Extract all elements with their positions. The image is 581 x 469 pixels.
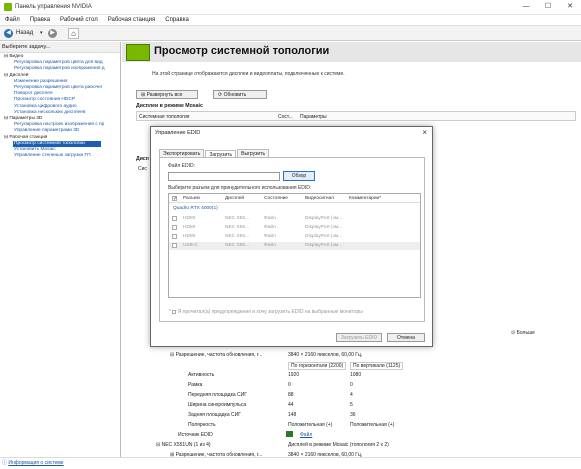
edid-dialog: Управление EDID × Экспортировать Загрузи… bbox=[150, 126, 433, 347]
row-value: 1920 bbox=[288, 372, 300, 378]
row-value: 0 bbox=[350, 382, 353, 388]
cancel-button[interactable]: Отмена bbox=[387, 333, 425, 342]
mosaic-section-title: Дисплеи в режиме Mosaic bbox=[136, 103, 203, 109]
home-icon[interactable]: ⌂ bbox=[68, 28, 79, 39]
col-display: Дисплей bbox=[225, 196, 245, 201]
connector-row[interactable]: USB-C NEC X55... Файл DisplayPort (эм... bbox=[169, 242, 420, 250]
col-topology: Системная топология bbox=[139, 114, 190, 120]
load-tab-panel: Файл EDID: Обзор Выберите разъем для при… bbox=[159, 157, 425, 322]
connector-row[interactable]: HDMI NEC X55... Файл DisplayPort (эм... bbox=[169, 224, 420, 232]
topology-column-header: Системная топология Сост... Параметры bbox=[136, 111, 576, 121]
col-state: Сост... bbox=[278, 114, 293, 120]
col-state: Состояние bbox=[264, 196, 288, 201]
back-dropdown-icon[interactable]: ▾ bbox=[40, 30, 43, 36]
row-value: По вертикали (1125) bbox=[350, 362, 404, 370]
col-comments: Комментарии* bbox=[349, 196, 382, 201]
monitor-row-label[interactable]: ⊟ NEC X551UN (1 из 4) bbox=[156, 442, 211, 448]
edid-file-input[interactable] bbox=[168, 172, 280, 181]
load-edid-button[interactable]: Загрузить EDID bbox=[336, 333, 382, 342]
select-connector-label: Выберите разъем для принудительного испо… bbox=[168, 185, 312, 191]
monitor-row-value: Дисплей в режиме Mosaic (топология 2 x 2… bbox=[288, 442, 389, 448]
tree-item[interactable]: Регулировка параметров изображения д bbox=[0, 66, 120, 72]
more-button[interactable]: ⊙ Больше bbox=[511, 330, 535, 336]
menu-desktop[interactable]: Рабочий стол bbox=[55, 15, 103, 25]
task-sidebar: Выберите задачу... ⊟ Видео Регулировка п… bbox=[0, 42, 121, 457]
nvidia-logo-icon bbox=[4, 3, 12, 11]
row-value: Положительная (+) bbox=[350, 422, 395, 428]
tree-item[interactable]: Управление степенью загрузки ГП bbox=[0, 153, 120, 159]
menu-help[interactable]: Справка bbox=[160, 15, 194, 25]
connector-row[interactable]: HDMI NEC X55... Файл DisplayPort (эм... bbox=[169, 233, 420, 241]
status-bar bbox=[0, 457, 581, 469]
menu-workstation[interactable]: Рабочая станция bbox=[103, 15, 161, 25]
row-label: Ширина синхроимпульса bbox=[188, 402, 247, 408]
connector-row[interactable]: HDMI NEC X55... Файл DisplayPort (эм... bbox=[169, 215, 420, 223]
row-value: 148 bbox=[288, 412, 297, 418]
back-arrow-icon[interactable]: ◀ bbox=[4, 29, 13, 38]
col-params: Параметры bbox=[300, 114, 327, 120]
select-all-checkbox[interactable]: ✓ bbox=[172, 196, 177, 202]
maximize-button[interactable]: ☐ bbox=[537, 0, 559, 15]
window-title: Панель управления NVIDIA bbox=[15, 4, 92, 10]
row-label: Полярность bbox=[188, 422, 216, 428]
menu-file[interactable]: Файл bbox=[0, 15, 25, 25]
close-button[interactable]: ✕ bbox=[559, 0, 581, 15]
connector-checkbox[interactable] bbox=[172, 234, 177, 239]
connector-list-header: ✓ Разъем Дисплей Состояние Видеосигнал К… bbox=[169, 194, 420, 203]
row-value: 44 bbox=[288, 402, 294, 408]
page-description: На этой странице отображаются дисплеи и … bbox=[152, 71, 345, 77]
expand-all-button[interactable]: ⊞ Развернуть все bbox=[136, 90, 198, 99]
connector-checkbox[interactable] bbox=[172, 216, 177, 221]
row-value: По горизонтали (2200) bbox=[288, 362, 347, 370]
agree-checkbox[interactable]: * Я прочитал(а) предупреждения и хочу за… bbox=[169, 309, 363, 315]
row-value: 5 bbox=[350, 402, 353, 408]
page-title: Просмотр системной топологии bbox=[154, 45, 330, 57]
sidebar-header: Выберите задачу... bbox=[0, 42, 120, 53]
title-bar: Панель управления NVIDIA — ☐ ✕ bbox=[0, 0, 581, 15]
row-value: 1080 bbox=[350, 372, 362, 378]
toolbar: ◀ Назад ▾ ▶ ⌂ bbox=[0, 26, 581, 41]
menu-edit[interactable]: Правка bbox=[25, 15, 55, 25]
row-value: 0 bbox=[288, 382, 291, 388]
topology-icon bbox=[126, 44, 150, 61]
system-info-link[interactable]: ⓘ Информация о системе bbox=[2, 459, 64, 466]
dialog-close-icon[interactable]: × bbox=[422, 128, 427, 137]
row-label[interactable]: ⊟ Разрешение, частота обновления, г... bbox=[170, 352, 262, 358]
row-value: 36 bbox=[350, 412, 356, 418]
row-value: Положительная (+) bbox=[288, 422, 333, 428]
page-header: Просмотр системной топологии bbox=[122, 42, 581, 62]
file-label: Файл EDID: bbox=[168, 163, 196, 169]
browse-button[interactable]: Обзор bbox=[283, 171, 315, 181]
row-value: 4 bbox=[350, 392, 353, 398]
task-tree: ⊟ Видео Регулировка параметров цвета для… bbox=[0, 53, 120, 159]
edid-source-link[interactable]: Файл bbox=[300, 432, 312, 438]
row-label: Активность bbox=[188, 372, 215, 378]
refresh-button[interactable]: ⟳ Обновить bbox=[213, 90, 267, 99]
row-label: Рамка bbox=[188, 382, 203, 388]
col-signal: Видеосигнал bbox=[305, 196, 334, 201]
row-value: 3840 × 2160 пикселов, 60,00 Гц, bbox=[288, 352, 363, 358]
col-connector: Разъем bbox=[183, 196, 200, 201]
connector-checkbox[interactable] bbox=[172, 225, 177, 230]
edid-source-label: Источник EDID bbox=[178, 432, 213, 438]
connector-list: ✓ Разъем Дисплей Состояние Видеосигнал К… bbox=[168, 193, 421, 298]
back-button[interactable]: Назад bbox=[16, 30, 33, 36]
gpu-name: Quadro RTX 4000(1) bbox=[173, 206, 218, 211]
connector-checkbox[interactable] bbox=[172, 243, 177, 248]
second-col-header: Сис bbox=[138, 166, 147, 172]
menu-bar: Файл Правка Рабочий стол Рабочая станция… bbox=[0, 15, 581, 26]
forward-arrow-icon[interactable]: ▶ bbox=[48, 29, 57, 38]
details-table: ⊟ Разрешение, частота обновления, г... 3… bbox=[136, 348, 536, 448]
monitor-icon bbox=[286, 431, 293, 437]
row-value: 88 bbox=[288, 392, 294, 398]
row-label: Передняя площадка СИГ bbox=[188, 392, 247, 398]
minimize-button[interactable]: — bbox=[515, 0, 537, 15]
dialog-title: Управление EDID bbox=[155, 130, 201, 136]
second-section-title: Дисп bbox=[136, 156, 149, 162]
row-label: Задняя площадка СИГ bbox=[188, 412, 241, 418]
